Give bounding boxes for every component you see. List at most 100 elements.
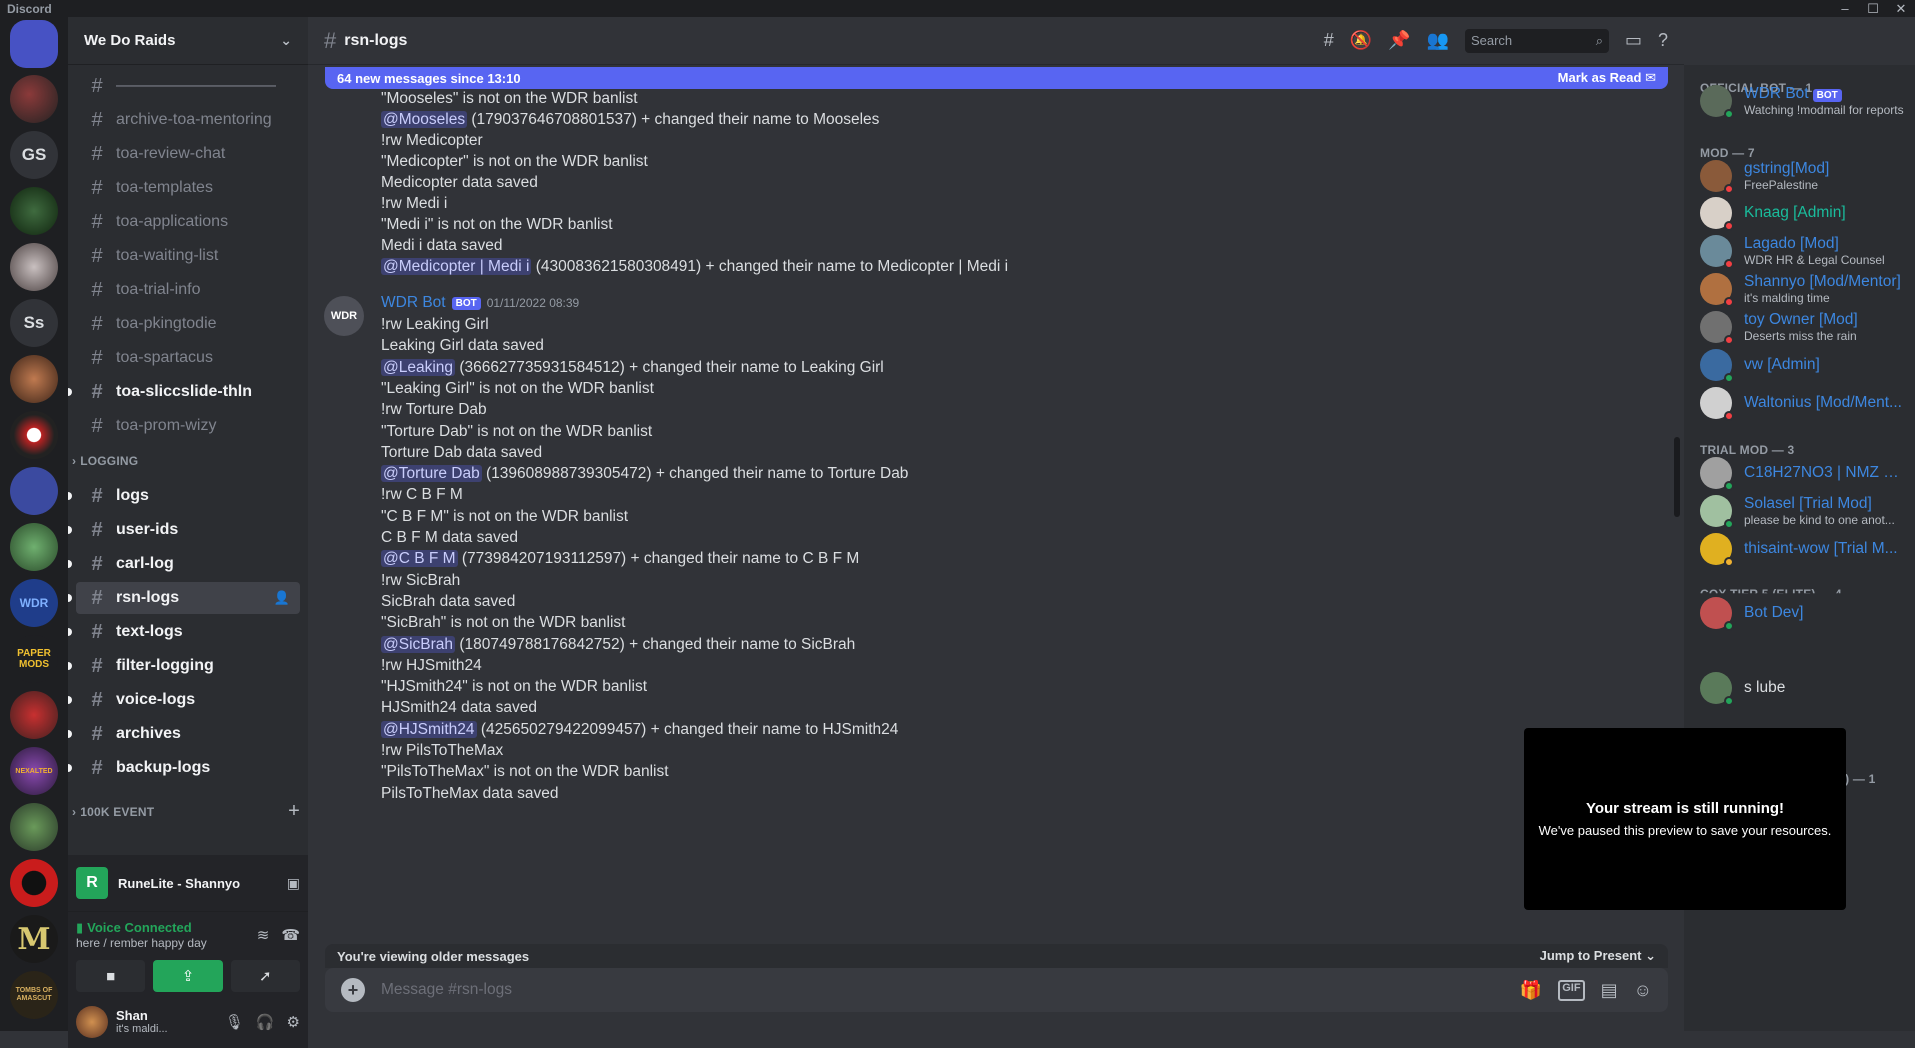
server-icon[interactable] [10,467,58,515]
member-item[interactable]: thisaint-wow [Trial M... [1692,527,1907,571]
member-name: WDR Bot BOT [1744,85,1904,103]
unread-indicator [68,696,72,704]
settings-gear-icon[interactable]: ⚙ [287,1013,300,1031]
server-icon[interactable] [10,20,58,68]
help-icon[interactable]: ? [1658,30,1668,51]
sticker-icon[interactable]: ▤ [1601,980,1618,1001]
maximize-button[interactable]: ☐ [1859,0,1887,17]
jump-to-present-button[interactable]: Jump to Present ⌄ [1540,948,1656,964]
server-icon[interactable] [10,411,58,459]
invite-icon[interactable]: 👤 [274,590,290,606]
user-mention[interactable]: @Medicopter | Medi i [381,258,532,275]
server-icon[interactable] [10,187,58,235]
attach-plus-icon[interactable]: + [341,978,365,1002]
emoji-icon[interactable]: ☺ [1634,980,1652,1001]
microphone-icon[interactable]: 🎙 [225,1013,244,1031]
member-item[interactable]: Bot Dev] [1692,591,1907,635]
channel-item[interactable]: # toa-templates [76,172,300,204]
channel-item[interactable]: # toa-spartacus [76,342,300,374]
member-list-icon[interactable]: 👥 [1427,30,1449,51]
message-composer[interactable]: + Message #rsn-logs 🎁 GIF ▤ ☺ [325,968,1668,1012]
channel-item[interactable]: # carl-log [68,548,300,580]
server-icon[interactable]: TOMBS OF AMASCUT [10,971,58,1019]
mark-as-read-button[interactable]: Mark as Read ✉ [1558,70,1656,86]
channel-item[interactable]: # logs [68,480,300,512]
channel-item[interactable]: # toa-trial-info [76,274,300,306]
server-icon[interactable]: NEXALTED [10,747,58,795]
gif-icon[interactable]: GIF [1558,979,1585,1001]
member-avatar [1700,235,1734,269]
server-icon[interactable]: PAPER MODS [10,635,58,683]
server-icon[interactable] [10,243,58,291]
channel-item[interactable]: # —————————— [76,70,300,102]
channel-item[interactable]: # filter-logging [68,650,300,682]
member-item[interactable]: s lube [1692,666,1907,710]
screen-share-button[interactable]: ⇪ [153,960,223,992]
new-messages-bar[interactable]: 64 new messages since 13:10 Mark as Read… [325,67,1668,89]
stream-preview-popup[interactable]: Your stream is still running! We've paus… [1524,728,1846,910]
server-icon[interactable] [10,75,58,123]
channel-item[interactable]: # toa-prom-wizy [76,410,300,442]
channel-item[interactable]: # voice-logs [68,684,300,716]
channel-item[interactable]: # toa-waiting-list [76,240,300,272]
channel-item[interactable]: # toa-applications [76,206,300,238]
minimize-button[interactable]: – [1831,0,1859,17]
inbox-icon[interactable]: ▭ [1625,30,1642,51]
pin-icon[interactable]: 📌 [1388,30,1410,51]
channel-item[interactable]: # toa-sliccslide-thln [68,376,300,408]
member-status-text: please be kind to one anot... [1744,513,1895,527]
server-icon[interactable] [10,691,58,739]
voice-location[interactable]: here / rember happy day [76,936,207,950]
screen-icon[interactable]: ▣ [287,875,300,892]
server-icon[interactable]: M [10,915,58,963]
user-mention[interactable]: @Torture Dab [381,465,482,483]
server-icon[interactable]: WDR [10,579,58,627]
channel-item[interactable]: # toa-review-chat [76,138,300,170]
scrollbar-thumb[interactable] [1674,437,1680,517]
hash-icon: # [91,176,103,199]
user-mention[interactable]: @C B F M [381,550,458,568]
channel-item[interactable]: # text-logs [68,616,300,648]
runelite-app-icon: R [76,867,108,899]
server-icon[interactable] [10,355,58,403]
video-button[interactable]: ■ [76,960,146,992]
server-icon[interactable] [10,859,58,907]
channel-item[interactable]: # backup-logs [68,752,300,784]
user-mention[interactable]: @SicBrah [381,635,456,653]
status-indicator [1724,696,1734,706]
voice-status[interactable]: ▮ Voice Connected [76,920,207,936]
headphones-icon[interactable]: 🎧 [256,1013,275,1031]
activity-button[interactable]: ➚ [230,960,300,992]
channel-item[interactable]: # user-ids [68,514,300,546]
add-channel-icon[interactable]: + [288,800,300,823]
channel-name: archive-toa-mentoring [116,111,272,128]
message-input[interactable]: Message #rsn-logs [381,981,512,999]
channel-item[interactable]: # toa-pkingtodie [76,308,300,340]
server-icon[interactable] [10,803,58,851]
notification-bell-off-icon[interactable]: 🔕 [1350,30,1372,51]
user-avatar[interactable] [76,1005,108,1038]
noise-suppression-icon[interactable]: ≋ [257,926,270,944]
user-mention[interactable]: @Leaking [381,358,456,376]
bot-avatar[interactable]: WDR [324,296,364,336]
category-100k-event[interactable]: › 100K EVENT + [72,800,300,823]
threads-icon[interactable]: # [1324,30,1334,51]
server-icon[interactable]: Ss [10,299,58,347]
gift-icon[interactable]: 🎁 [1520,980,1542,1001]
author-name[interactable]: WDR Bot [381,294,446,312]
user-mention[interactable]: @Mooseles [381,111,468,128]
server-icon[interactable] [10,523,58,571]
server-icon[interactable]: GS [10,131,58,179]
member-item[interactable]: WDR Bot BOT Watching !modmail for reports [1692,79,1907,123]
close-button[interactable]: ✕ [1887,0,1915,17]
channel-item[interactable]: # archives [68,718,300,750]
guild-header[interactable]: We Do Raids ⌄ [68,17,308,65]
channel-item-active[interactable]: # rsn-logs 👤 [68,582,300,614]
hash-icon: # [91,108,103,131]
category-logging[interactable]: › LOGGING [72,454,300,468]
user-mention[interactable]: @HJSmith24 [381,720,477,738]
member-item[interactable]: Waltonius [Mod/Ment... [1692,381,1907,425]
disconnect-icon[interactable]: ☎ [281,926,300,944]
channel-item[interactable]: # archive-toa-mentoring [76,104,300,136]
search-input[interactable]: Search ⌕ [1464,28,1609,53]
